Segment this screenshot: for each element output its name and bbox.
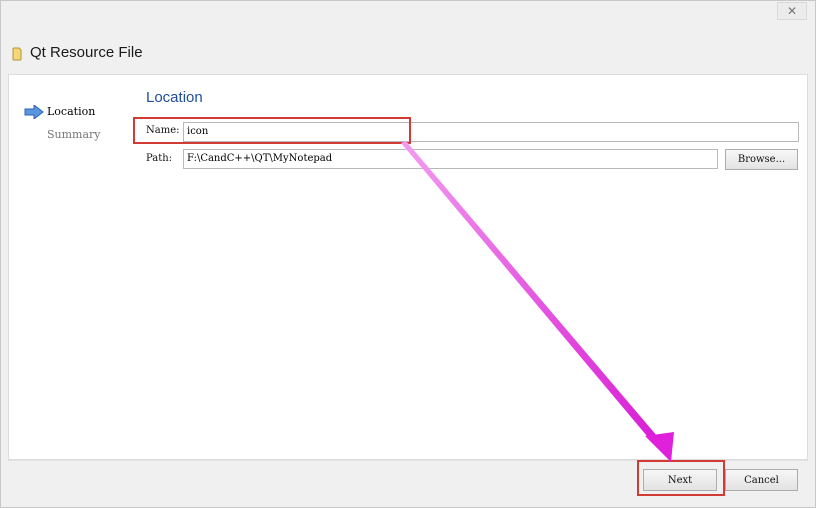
- close-button[interactable]: ✕: [777, 2, 807, 20]
- arrow-right-icon: [24, 105, 44, 119]
- name-highlight-box: [133, 117, 411, 144]
- close-icon[interactable]: ✕: [787, 4, 797, 18]
- path-input[interactable]: F:\CandC++\QT\MyNotepad: [183, 149, 718, 169]
- cancel-button[interactable]: Cancel: [725, 469, 798, 491]
- next-highlight-box: [637, 460, 725, 496]
- browse-button[interactable]: Browse...: [725, 149, 798, 170]
- document-icon: [12, 47, 22, 61]
- path-label: Path:: [146, 153, 173, 164]
- step-location: Location: [47, 105, 96, 118]
- step-summary: Summary: [47, 128, 101, 141]
- window-title: Qt Resource File: [30, 44, 143, 61]
- page-title: Location: [146, 89, 203, 106]
